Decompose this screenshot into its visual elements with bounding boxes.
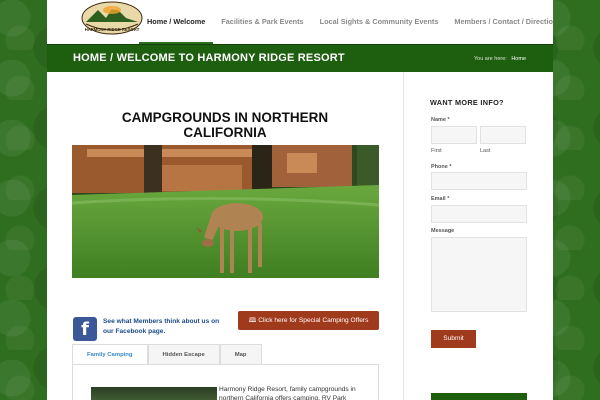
tab-panel-text: Harmony Ridge Resort, family campgrounds… [219,386,356,400]
breadcrumb: You are here: Home [474,56,526,62]
page: HARMONY RIDGE RESORT Home / Welcome Faci… [47,0,553,400]
name-label: Name * [431,117,450,123]
phone-field[interactable] [431,172,527,190]
site-header: HARMONY RIDGE RESORT Home / Welcome Faci… [47,0,553,44]
message-field[interactable] [431,237,527,312]
nav-home-welcome[interactable]: Home / Welcome [139,0,214,44]
first-name-field[interactable] [431,126,477,144]
sidebar-heading: WANT MORE INFO? [430,98,504,107]
message-label: Message [431,228,455,234]
tab-hidden-escape[interactable]: Hidden Escape [147,344,220,364]
main-nav: Home / Welcome Facilities & Park Events … [139,0,553,44]
facebook-link-text[interactable]: See what Members think about us on our F… [103,317,223,337]
submit-button[interactable]: Submit [431,330,476,348]
content-tabs: Family Camping Hidden Escape Map [72,344,262,365]
tab-map[interactable]: Map [219,344,262,364]
email-field[interactable] [431,205,527,223]
nav-members-contact[interactable]: Members / Contact / Directions [446,0,553,44]
breadcrumb-home-link[interactable]: Home [511,56,526,62]
main-content: CAMPGROUNDS IN NORTHERN CALIFORNIA f See… [47,72,403,400]
tab-family-camping[interactable]: Family Camping [72,344,148,365]
page-title: HOME / WELCOME TO HARMONY RIDGE RESORT [73,52,345,64]
phone-label: Phone * [431,164,452,170]
sidebar-widget-header [431,393,527,400]
site-logo[interactable]: HARMONY RIDGE RESORT [80,0,144,40]
logo-wordmark: HARMONY RIDGE RESORT [85,27,140,32]
email-label: Email * [431,196,450,202]
tab-thumbnail-image [91,387,217,400]
last-sublabel: Last [480,148,491,154]
first-sublabel: First [431,148,442,154]
title-bar: HOME / WELCOME TO HARMONY RIDGE RESORT Y… [47,44,553,72]
breadcrumb-prefix: You are here: [473,56,507,62]
content-heading: CAMPGROUNDS IN NORTHERN CALIFORNIA [121,110,329,140]
nav-facilities-events[interactable]: Facilities & Park Events [213,0,311,44]
facebook-icon[interactable]: f [73,317,97,341]
deer-photo [72,145,379,278]
last-name-field[interactable] [480,126,526,144]
facebook-promo[interactable]: f See what Members think about us on our… [73,317,233,343]
special-offers-button[interactable]: 🕮 Click here for Special Camping Offers [238,311,379,330]
nav-local-sights[interactable]: Local Sights & Community Events [312,0,447,44]
tab-panel: Harmony Ridge Resort, family campgrounds… [72,364,379,400]
sidebar: WANT MORE INFO? Name * First Last Phone … [403,72,553,400]
